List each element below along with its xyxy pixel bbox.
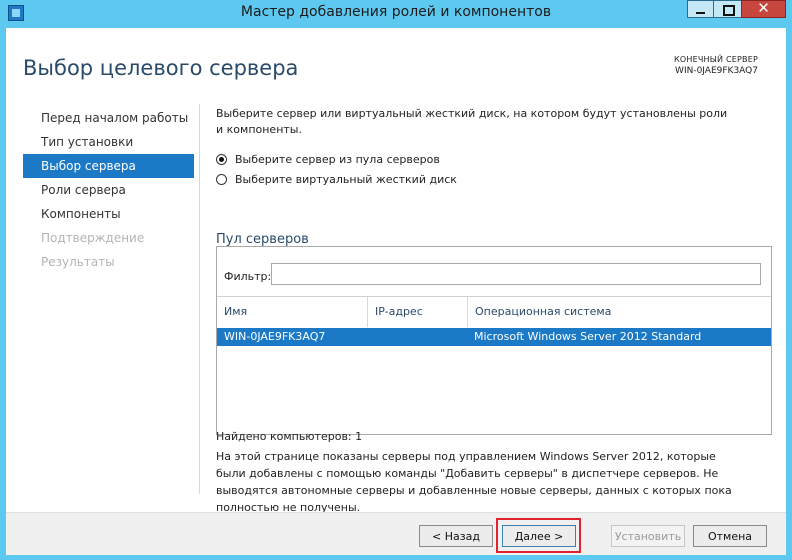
- nav-divider: [199, 104, 200, 494]
- nav-step-server-roles[interactable]: Роли сервера: [23, 178, 194, 202]
- cancel-button[interactable]: Отмена: [693, 525, 767, 547]
- column-header-ip[interactable]: IP-адрес: [367, 297, 467, 327]
- page-title: Выбор целевого сервера: [23, 56, 299, 80]
- radio-unselected-icon[interactable]: [216, 174, 227, 185]
- close-button[interactable]: ✕: [741, 0, 786, 18]
- radio-selected-icon[interactable]: [216, 154, 227, 165]
- destination-server-label: КОНЕЧНЫЙ СЕРВЕР: [674, 55, 758, 64]
- nav-step-features[interactable]: Компоненты: [23, 202, 194, 226]
- instruction-text: Выберите сервер или виртуальный жесткий …: [216, 107, 728, 136]
- destination-server-name: WIN-0JAE9FK3AQ7: [675, 66, 758, 76]
- cell-ip-address: [367, 328, 467, 346]
- next-button[interactable]: Далее >: [502, 525, 576, 547]
- maximize-button[interactable]: [713, 0, 741, 18]
- filter-input[interactable]: [271, 263, 761, 285]
- filter-label: Фильтр:: [224, 270, 272, 283]
- server-pool-panel: Фильтр: Имя IP-адрес Операционная систем…: [216, 246, 772, 435]
- maximize-icon: [723, 5, 735, 16]
- cell-server-name: WIN-0JAE9FK3AQ7: [224, 330, 326, 343]
- nav-step-confirmation: Подтверждение: [41, 231, 145, 245]
- wizard-window: Мастер добавления ролей и компонентов ✕ …: [0, 0, 792, 560]
- install-button: Установить: [611, 525, 685, 547]
- main-content: Выберите сервер или виртуальный жесткий …: [216, 106, 776, 514]
- server-pool-title: Пул серверов: [216, 232, 309, 247]
- wizard-footer: < Назад Далее > Установить Отмена: [6, 512, 786, 555]
- radio-label-server-pool: Выберите сервер из пула серверов: [235, 153, 440, 166]
- minimize-button[interactable]: [687, 0, 713, 18]
- wizard-body: Выбор целевого сервера КОНЕЧНЫЙ СЕРВЕР W…: [6, 28, 786, 555]
- nav-step-installation-type[interactable]: Тип установки: [23, 130, 194, 154]
- window-title: Мастер добавления ролей и компонентов: [240, 4, 552, 20]
- title-bar[interactable]: Мастер добавления ролей и компонентов ✕: [0, 0, 792, 28]
- nav-step-results: Результаты: [41, 255, 115, 269]
- info-note: На этой странице показаны серверы под уп…: [216, 450, 732, 514]
- back-button[interactable]: < Назад: [419, 525, 493, 547]
- nav-step-server-selection[interactable]: Выбор сервера: [23, 154, 194, 178]
- column-header-name[interactable]: Имя: [217, 297, 367, 327]
- found-count-text: Найдено компьютеров: 1: [216, 430, 363, 443]
- table-row[interactable]: WIN-0JAE9FK3AQ7 Microsoft Windows Server…: [217, 328, 771, 346]
- column-header-os[interactable]: Операционная система: [467, 297, 767, 327]
- wizard-steps-nav: Перед началом работы Тип установки Выбор…: [23, 106, 194, 274]
- radio-label-vhd: Выберите виртуальный жесткий диск: [235, 173, 457, 186]
- nav-step-before-you-begin[interactable]: Перед началом работы: [23, 106, 194, 130]
- cell-operating-system: Microsoft Windows Server 2012 Standard: [474, 330, 702, 343]
- server-grid-header: Имя IP-адрес Операционная система: [217, 296, 771, 327]
- close-icon: ✕: [757, 0, 770, 17]
- minimize-icon: [696, 12, 705, 14]
